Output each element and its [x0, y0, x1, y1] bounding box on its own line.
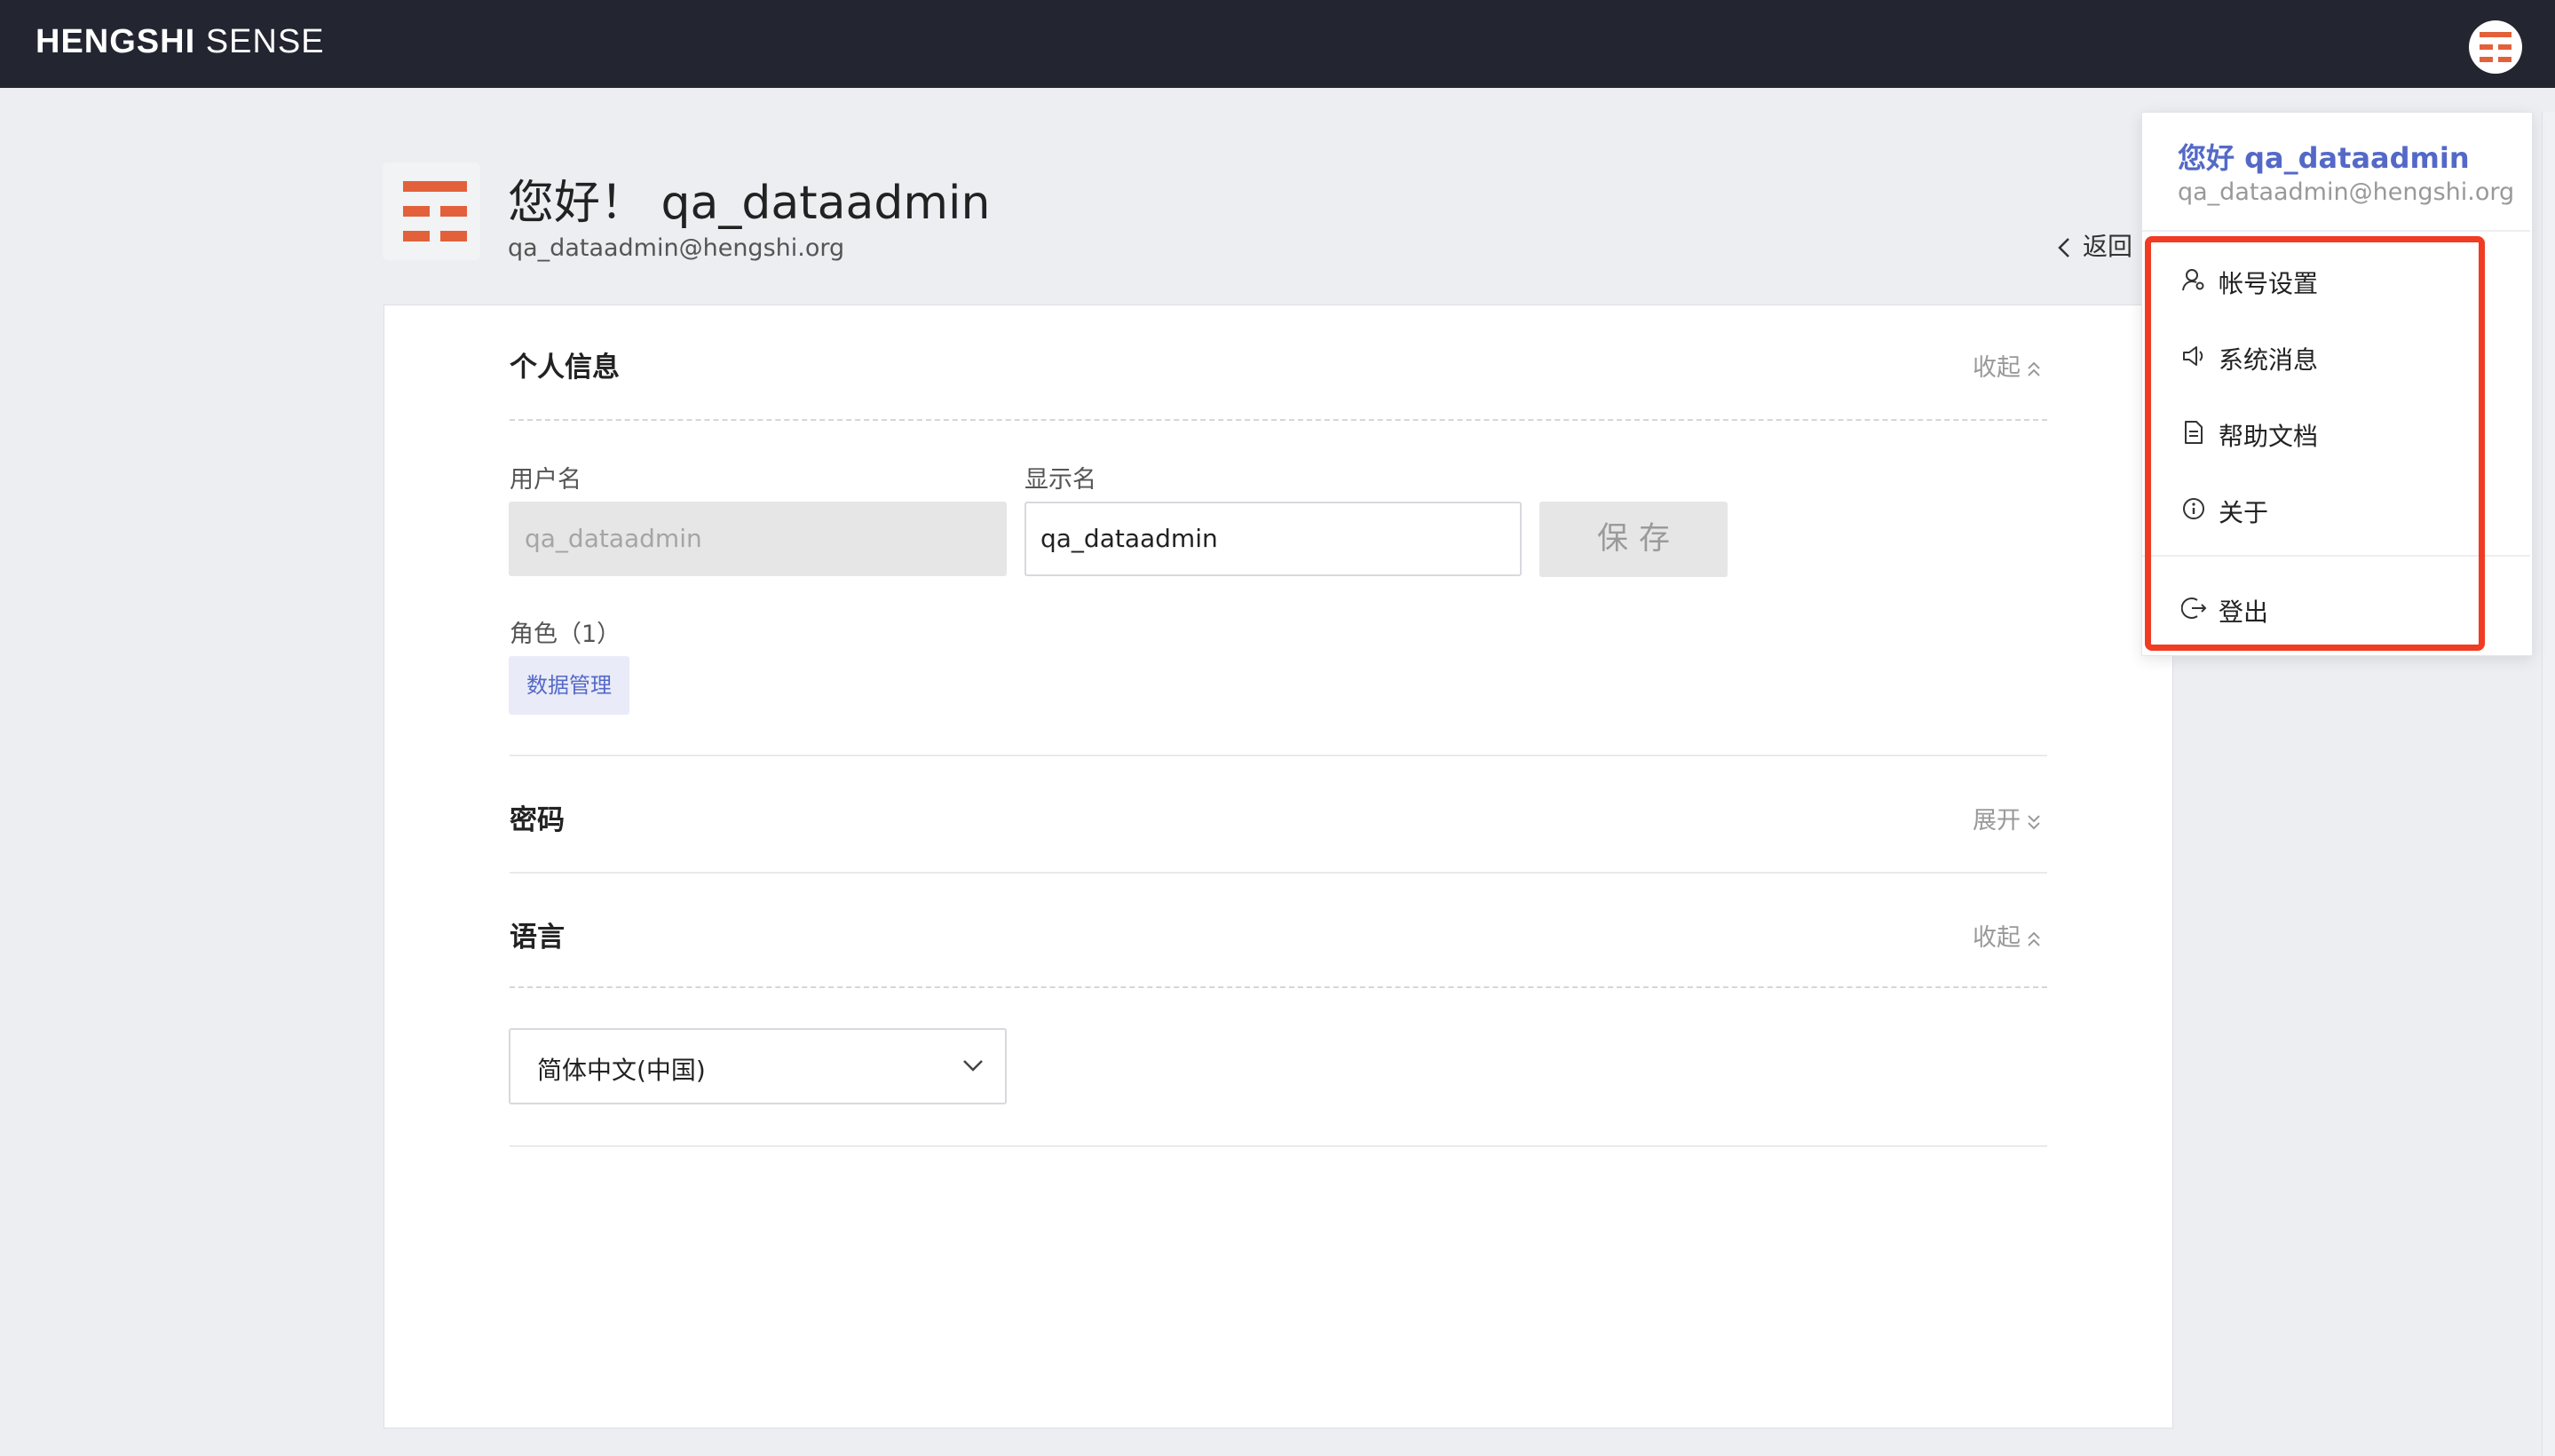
megaphone-icon	[2183, 346, 2203, 366]
user-menu-greeting: 您好 qa_dataadmin	[2178, 141, 2470, 175]
back-label: 返回	[2083, 232, 2133, 261]
hengshi-logo-icon	[2480, 32, 2511, 62]
back-link[interactable]: 返回	[2058, 227, 2132, 263]
password-title: 密码	[510, 804, 565, 836]
display-name-field[interactable]: qa_dataadmin	[1024, 502, 1522, 576]
username-field[interactable]: qa_dataadmin	[509, 502, 1007, 576]
menu-divider	[2142, 230, 2530, 232]
display-name-label: 显示名	[1024, 466, 1096, 494]
logout-icon	[2181, 597, 2207, 619]
password-toggle[interactable]: 展开	[1973, 801, 2042, 835]
chevron-double-up-icon	[2028, 931, 2040, 946]
profile-avatar	[383, 162, 480, 260]
role-tag: 数据管理	[509, 656, 629, 715]
menu-item-help-docs[interactable]: 帮助文档	[2142, 400, 2484, 464]
account-settings-card	[384, 305, 2173, 1428]
menu-item-system-messages[interactable]: 系统消息	[2142, 324, 2484, 388]
chevron-down-icon	[963, 1060, 983, 1072]
language-select-value: 简体中文(中国)	[537, 1056, 706, 1085]
language-title: 语言	[510, 922, 565, 954]
personal-info-toggle[interactable]: 收起	[1973, 348, 2042, 383]
menu-divider	[2142, 555, 2530, 557]
page-scrollbar[interactable]	[2542, 112, 2555, 1456]
language-toggle[interactable]: 收起	[1973, 918, 2042, 953]
personal-info-title: 个人信息	[510, 352, 620, 384]
user-settings-icon	[2182, 269, 2204, 291]
page-title: 您好！ qa_dataadmin	[508, 177, 991, 230]
profile-email: qa_dataadmin@hengshi.org	[508, 234, 845, 262]
save-button[interactable]: 保存	[1539, 502, 1728, 577]
hengshi-logo-icon	[403, 181, 467, 241]
username-label: 用户名	[510, 466, 581, 494]
menu-item-account-settings[interactable]: 帐号设置	[2142, 248, 2484, 312]
divider	[510, 872, 2047, 874]
roles-label: 角色（1）	[510, 621, 621, 648]
brand-logo[interactable]: HENGSHI SENSE	[36, 23, 325, 61]
menu-item-logout[interactable]: 登出	[2142, 576, 2484, 640]
divider	[510, 986, 2047, 988]
info-icon	[2183, 498, 2204, 519]
user-avatar-button[interactable]	[2469, 20, 2522, 74]
user-menu-dropdown: 您好 qa_dataadmin qa_dataadmin@hengshi.org…	[2141, 112, 2533, 656]
document-icon	[2185, 421, 2203, 444]
user-menu-email: qa_dataadmin@hengshi.org	[2178, 178, 2515, 206]
chevron-double-up-icon	[2028, 361, 2040, 376]
top-bar: HENGSHI SENSE	[0, 0, 2555, 88]
divider	[510, 419, 2047, 421]
chevron-left-icon	[2058, 238, 2069, 257]
chevron-double-down-icon	[2028, 814, 2040, 829]
menu-item-about[interactable]: 关于	[2142, 477, 2484, 541]
divider	[510, 755, 2047, 756]
language-select[interactable]: 简体中文(中国)	[509, 1028, 1007, 1104]
divider	[510, 1145, 2047, 1147]
